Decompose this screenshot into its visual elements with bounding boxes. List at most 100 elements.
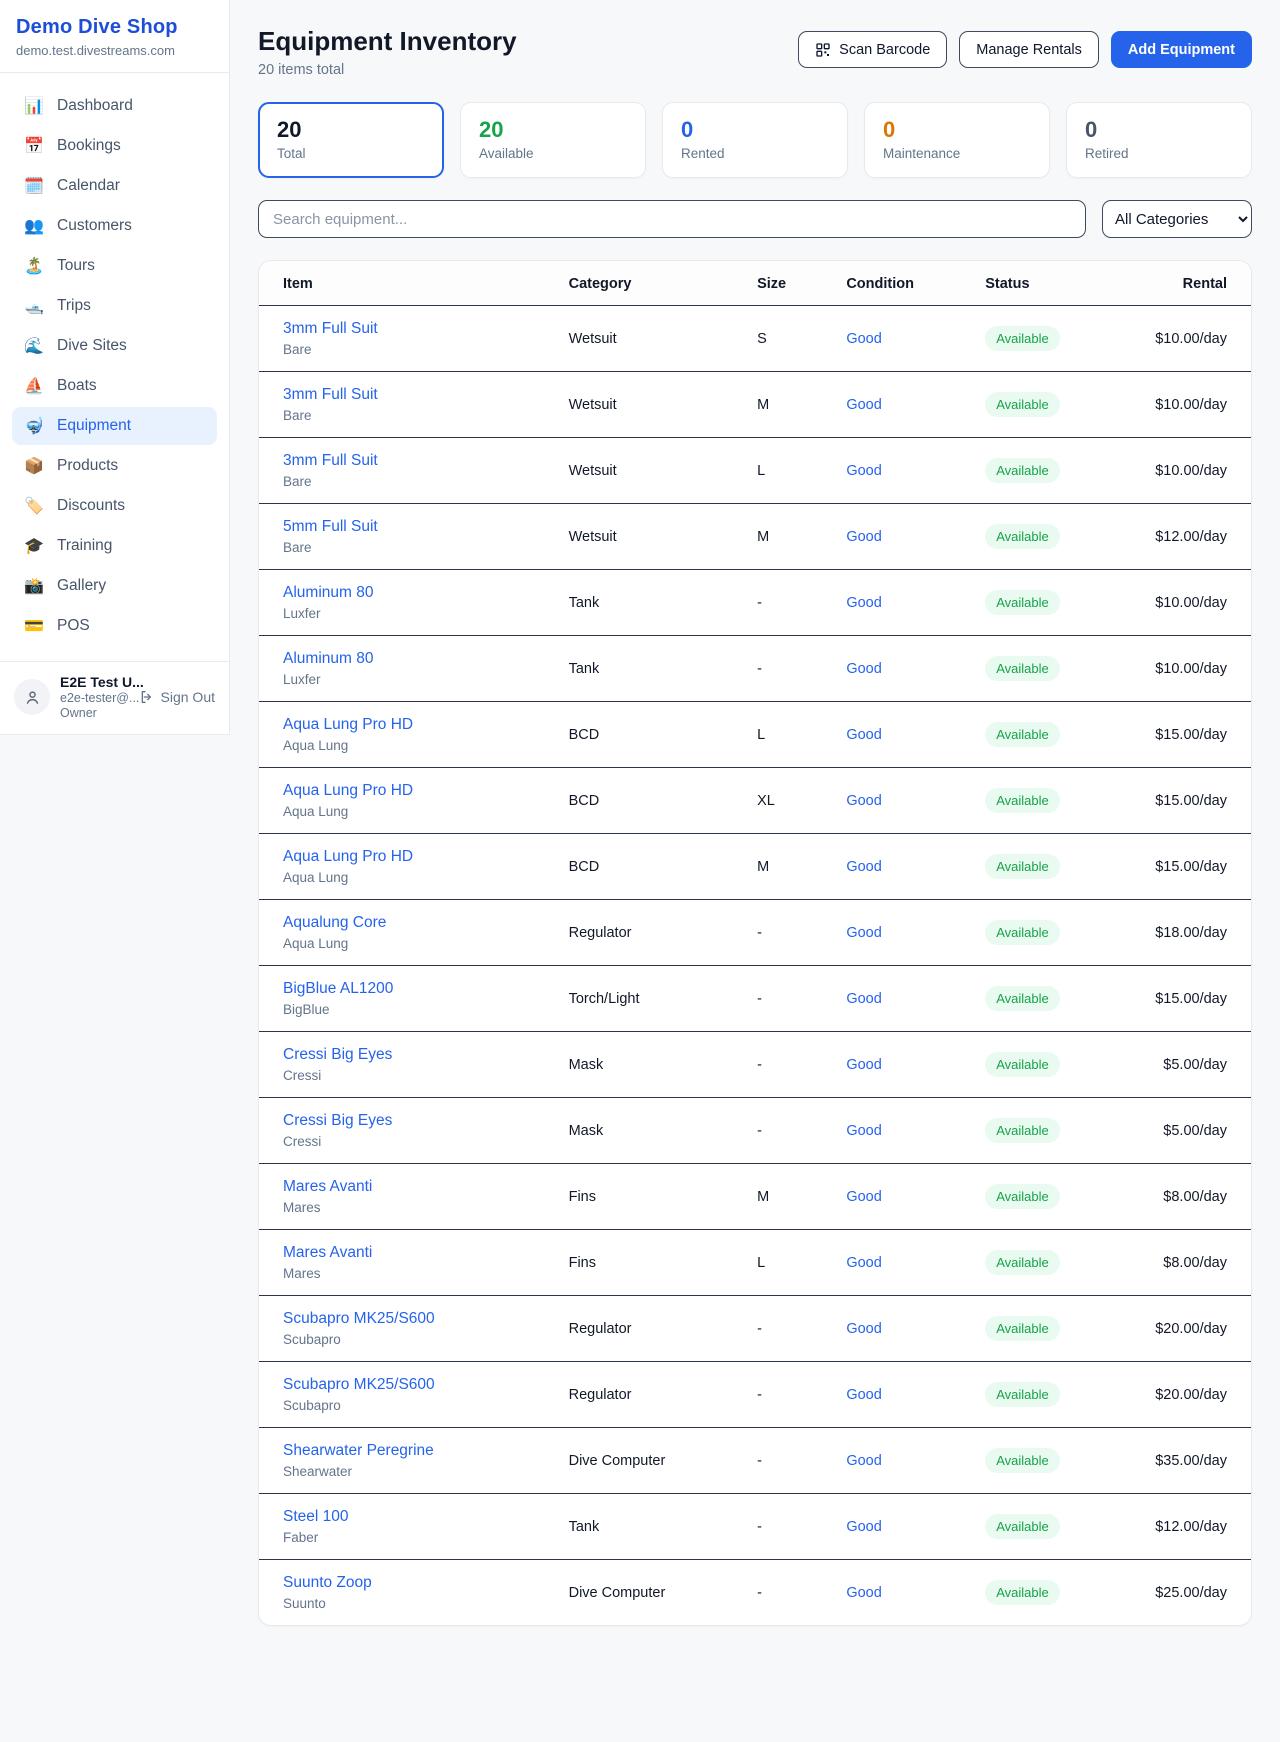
condition-link[interactable]: Good <box>846 463 881 479</box>
status-cell: Available <box>973 1428 1122 1494</box>
sidebar-item[interactable]: 🤿 Equipment <box>12 407 217 445</box>
stat-value: 0 <box>681 117 829 143</box>
condition-link[interactable]: Good <box>846 397 881 413</box>
rental-cell: $15.00/day <box>1122 702 1251 768</box>
table-body: 3mm Full Suit Bare Wetsuit S Good Availa… <box>259 306 1251 1626</box>
sidebar-item[interactable]: ⛵ Boats <box>12 367 217 405</box>
condition-link[interactable]: Good <box>846 1519 881 1535</box>
sidebar-item-icon: 🌊 <box>24 336 44 356</box>
status-cell: Available <box>973 900 1122 966</box>
item-name-link[interactable]: Mares Avanti <box>283 1244 545 1262</box>
item-name-link[interactable]: BigBlue AL1200 <box>283 980 545 998</box>
item-name-link[interactable]: Mares Avanti <box>283 1178 545 1196</box>
sidebar-item[interactable]: 🌊 Dive Sites <box>12 327 217 365</box>
condition-link[interactable]: Good <box>846 793 881 809</box>
stat-card[interactable]: 0 Maintenance <box>864 102 1050 178</box>
table-row: BigBlue AL1200 BigBlue Torch/Light - Goo… <box>259 966 1251 1032</box>
size-cell: - <box>745 1296 834 1362</box>
status-cell: Available <box>973 702 1122 768</box>
category-cell: Wetsuit <box>557 438 745 504</box>
condition-link[interactable]: Good <box>846 1255 881 1271</box>
category-cell: Mask <box>557 1032 745 1098</box>
status-badge: Available <box>985 854 1060 879</box>
size-cell: L <box>745 702 834 768</box>
condition-link[interactable]: Good <box>846 991 881 1007</box>
item-name-link[interactable]: 3mm Full Suit <box>283 452 545 470</box>
condition-link[interactable]: Good <box>846 661 881 677</box>
sidebar-item-icon: 🏝️ <box>24 256 44 276</box>
condition-link[interactable]: Good <box>846 727 881 743</box>
stat-card[interactable]: 0 Rented <box>662 102 848 178</box>
sidebar-item-icon: 📅 <box>24 136 44 156</box>
filter-bar: All Categories <box>258 200 1252 238</box>
item-name-link[interactable]: Aqua Lung Pro HD <box>283 716 545 734</box>
item-name-link[interactable]: Aqua Lung Pro HD <box>283 782 545 800</box>
sign-out-icon <box>139 689 155 705</box>
rental-cell: $15.00/day <box>1122 966 1251 1032</box>
items-total-count: 20 items total <box>258 62 517 78</box>
status-badge: Available <box>985 1250 1060 1275</box>
condition-link[interactable]: Good <box>846 1585 881 1601</box>
sidebar: Demo Dive Shop demo.test.divestreams.com… <box>0 0 230 735</box>
stat-card[interactable]: 20 Total <box>258 102 444 178</box>
item-name-link[interactable]: Shearwater Peregrine <box>283 1442 545 1460</box>
sidebar-item[interactable]: 💳 POS <box>12 607 217 645</box>
condition-link[interactable]: Good <box>846 1189 881 1205</box>
sidebar-item[interactable]: 🏷️ Discounts <box>12 487 217 525</box>
item-name-link[interactable]: Cressi Big Eyes <box>283 1112 545 1130</box>
stat-card[interactable]: 0 Retired <box>1066 102 1252 178</box>
item-brand: Aqua Lung <box>283 738 545 753</box>
sidebar-item[interactable]: 🎓 Training <box>12 527 217 565</box>
search-input[interactable] <box>258 200 1086 238</box>
table-row: 3mm Full Suit Bare Wetsuit L Good Availa… <box>259 438 1251 504</box>
condition-link[interactable]: Good <box>846 331 881 347</box>
manage-rentals-button[interactable]: Manage Rentals <box>959 31 1099 68</box>
condition-link[interactable]: Good <box>846 1123 881 1139</box>
item-name-link[interactable]: Aluminum 80 <box>283 584 545 602</box>
sidebar-item[interactable]: 🗓️ Calendar <box>12 167 217 205</box>
item-name-link[interactable]: 3mm Full Suit <box>283 386 545 404</box>
equipment-table-card: Item Category Size Condition Status Rent… <box>258 260 1252 1626</box>
stat-cards: 20 Total 20 Available 0 Rented 0 Mainten… <box>258 102 1252 178</box>
condition-link[interactable]: Good <box>846 529 881 545</box>
item-name-link[interactable]: 3mm Full Suit <box>283 320 545 338</box>
sidebar-item[interactable]: 📦 Products <box>12 447 217 485</box>
sidebar-item[interactable]: 🏝️ Tours <box>12 247 217 285</box>
status-cell: Available <box>973 636 1122 702</box>
item-name-link[interactable]: Aqua Lung Pro HD <box>283 848 545 866</box>
table-row: Steel 100 Faber Tank - Good Available $1… <box>259 1494 1251 1560</box>
add-equipment-button[interactable]: Add Equipment <box>1111 31 1252 68</box>
table-row: Aqua Lung Pro HD Aqua Lung BCD L Good Av… <box>259 702 1251 768</box>
sidebar-item[interactable]: 📅 Bookings <box>12 127 217 165</box>
stat-card[interactable]: 20 Available <box>460 102 646 178</box>
sign-out-button[interactable]: Sign Out <box>139 689 215 705</box>
item-cell: 3mm Full Suit Bare <box>259 438 557 504</box>
condition-link[interactable]: Good <box>846 595 881 611</box>
item-name-link[interactable]: Scubapro MK25/S600 <box>283 1310 545 1328</box>
condition-link[interactable]: Good <box>846 1057 881 1073</box>
item-brand: Bare <box>283 474 545 489</box>
sidebar-item-icon: 🎓 <box>24 536 44 556</box>
item-name-link[interactable]: Cressi Big Eyes <box>283 1046 545 1064</box>
item-name-link[interactable]: Steel 100 <box>283 1508 545 1526</box>
sign-out-label: Sign Out <box>161 689 215 705</box>
condition-link[interactable]: Good <box>846 925 881 941</box>
status-cell: Available <box>973 768 1122 834</box>
item-name-link[interactable]: Aluminum 80 <box>283 650 545 668</box>
condition-link[interactable]: Good <box>846 1453 881 1469</box>
item-name-link[interactable]: Scubapro MK25/S600 <box>283 1376 545 1394</box>
stat-label: Retired <box>1085 146 1233 161</box>
condition-link[interactable]: Good <box>846 1321 881 1337</box>
item-name-link[interactable]: Suunto Zoop <box>283 1574 545 1592</box>
condition-link[interactable]: Good <box>846 1387 881 1403</box>
category-filter[interactable]: All Categories <box>1102 200 1252 238</box>
sidebar-item[interactable]: 📸 Gallery <box>12 567 217 605</box>
sidebar-item[interactable]: 👥 Customers <box>12 207 217 245</box>
sidebar-item[interactable]: 🛥️ Trips <box>12 287 217 325</box>
scan-barcode-button[interactable]: Scan Barcode <box>798 31 947 68</box>
condition-link[interactable]: Good <box>846 859 881 875</box>
item-name-link[interactable]: 5mm Full Suit <box>283 518 545 536</box>
sidebar-item[interactable]: 📊 Dashboard <box>12 87 217 125</box>
status-badge: Available <box>985 1184 1060 1209</box>
item-name-link[interactable]: Aqualung Core <box>283 914 545 932</box>
